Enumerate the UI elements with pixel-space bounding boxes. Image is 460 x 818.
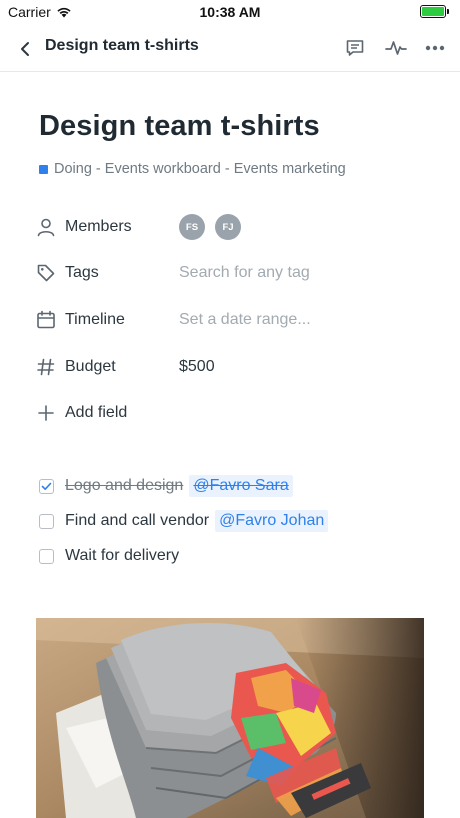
date-range-input[interactable]: Set a date range... — [179, 311, 311, 329]
activity-icon — [385, 41, 407, 55]
checkbox[interactable] — [39, 548, 54, 564]
card-title[interactable]: Design team t-shirts — [39, 110, 320, 143]
calendar-icon — [35, 309, 57, 331]
field-members[interactable]: Members FS FJ — [35, 212, 435, 242]
more-icon — [425, 45, 445, 51]
nav-title: Design team t-shirts — [45, 37, 199, 54]
plus-icon — [35, 402, 57, 424]
mention-tag[interactable]: @Favro Sara — [189, 475, 293, 497]
comment-icon — [346, 40, 364, 56]
tags-search-input[interactable]: Search for any tag — [179, 264, 310, 282]
budget-value[interactable]: $500 — [179, 358, 215, 376]
mention-tag[interactable]: @Favro Johan — [215, 510, 329, 532]
checklist-item[interactable]: Logo and design @Favro Sara — [39, 473, 293, 499]
tags-label: Tags — [65, 264, 99, 281]
members-label: Members — [65, 218, 132, 235]
budget-label: Budget — [65, 358, 116, 375]
battery-icon — [420, 5, 449, 18]
member-avatars: FS FJ — [179, 214, 251, 240]
checkbox[interactable] — [39, 513, 54, 529]
field-tags[interactable]: Tags Search for any tag — [35, 258, 435, 288]
checkmark-icon — [41, 482, 52, 490]
comment-button[interactable] — [342, 35, 368, 61]
battery-cap — [447, 9, 449, 14]
status-color-square — [39, 164, 48, 174]
battery-level — [422, 7, 444, 16]
checklist-item[interactable]: Wait for delivery — [39, 543, 179, 569]
add-field-button[interactable]: Add field — [35, 398, 435, 428]
avatar[interactable]: FS — [179, 214, 205, 240]
breadcrumb[interactable]: Doing - Events workboard - Events market… — [39, 161, 346, 177]
field-budget[interactable]: Budget $500 — [35, 352, 435, 382]
checkbox-checked[interactable] — [39, 478, 54, 494]
clock: 10:38 AM — [199, 4, 261, 20]
nav-bar: Design team t-shirts — [0, 24, 460, 72]
person-icon — [35, 216, 57, 238]
status-bar: Carrier 10:38 AM — [0, 0, 460, 24]
avatar[interactable]: FJ — [215, 214, 241, 240]
checklist-item[interactable]: Find and call vendor @Favro Johan — [39, 508, 329, 534]
back-button[interactable] — [12, 36, 38, 62]
timeline-label: Timeline — [65, 311, 125, 328]
chevron-left-icon — [21, 42, 29, 56]
checklist-item-text: Wait for delivery — [65, 547, 180, 564]
tag-icon — [35, 262, 57, 284]
checklist-item-text: Find and call vendor — [65, 512, 210, 529]
breadcrumb-text: Doing - Events workboard - Events market… — [54, 161, 346, 177]
attachment-image[interactable] — [36, 618, 424, 818]
checklist-item-text: Logo and design — [65, 477, 184, 494]
tshirt-stack-photo — [36, 618, 424, 818]
more-button[interactable] — [422, 35, 448, 61]
field-timeline[interactable]: Timeline Set a date range... — [35, 305, 435, 335]
add-field-label: Add field — [65, 404, 128, 421]
activity-button[interactable] — [383, 35, 409, 61]
hash-icon — [35, 356, 57, 378]
